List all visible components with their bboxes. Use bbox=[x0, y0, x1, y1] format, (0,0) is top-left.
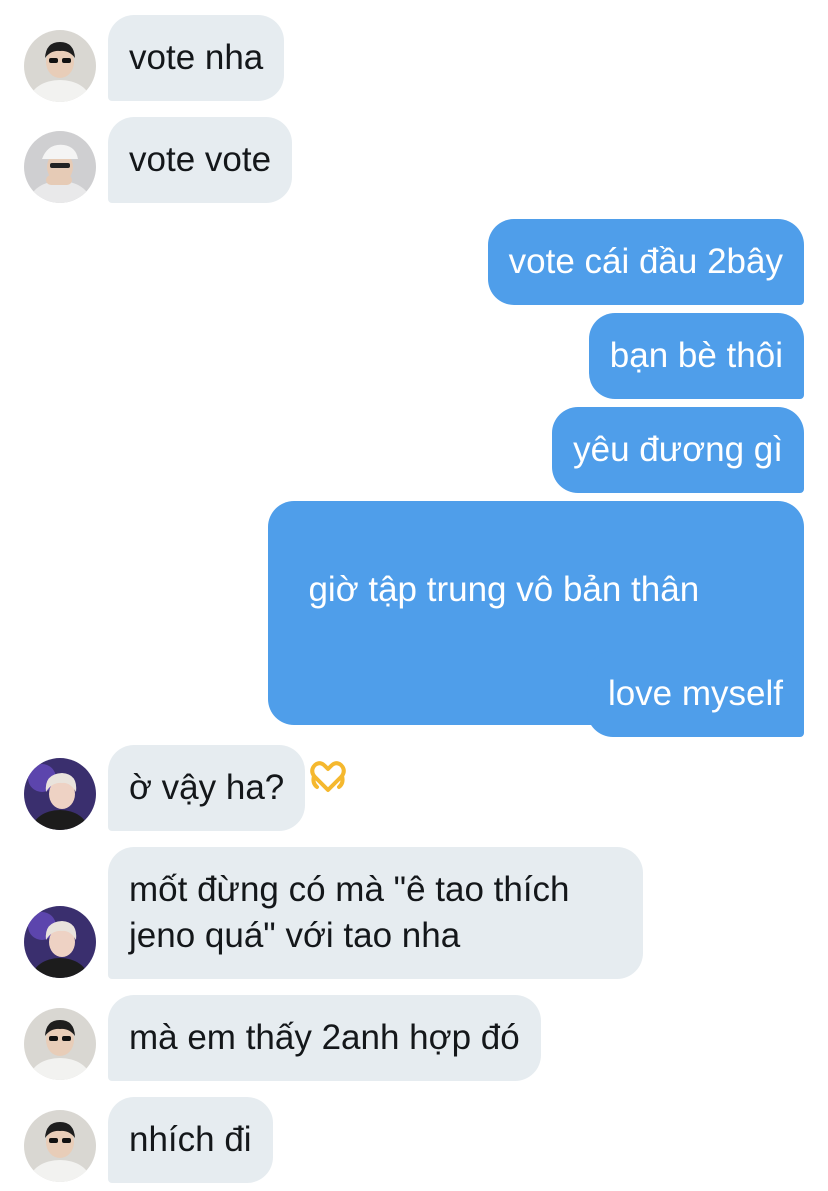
incoming-message[interactable]: mốt đừng có mà "ê tao thích jeno quá" vớ… bbox=[108, 847, 643, 979]
avatar-person-stage-icon bbox=[24, 758, 96, 830]
incoming-message[interactable]: vote nha bbox=[108, 15, 285, 101]
avatar[interactable] bbox=[24, 131, 96, 203]
avatar-person-sunglasses-icon bbox=[24, 1110, 96, 1182]
incoming-message[interactable]: ờ vậy ha? bbox=[108, 745, 306, 831]
outgoing-message[interactable]: bạn bè thôi bbox=[588, 313, 804, 399]
avatar-person-stage-icon bbox=[24, 906, 96, 978]
avatar[interactable] bbox=[24, 1110, 96, 1182]
avatar[interactable] bbox=[24, 906, 96, 978]
outgoing-message[interactable]: love myself bbox=[586, 651, 804, 737]
avatar-person-sunglasses-icon bbox=[24, 30, 96, 102]
avatar[interactable] bbox=[24, 758, 96, 830]
outgoing-message[interactable]: yêu đương gì bbox=[552, 407, 804, 493]
avatar[interactable] bbox=[24, 30, 96, 102]
avatar-person-sunglasses-icon bbox=[24, 1008, 96, 1080]
avatar[interactable] bbox=[24, 1008, 96, 1080]
incoming-message[interactable]: nhích đi bbox=[108, 1097, 273, 1183]
avatar-person-cap-icon bbox=[24, 131, 96, 203]
incoming-message[interactable]: vote vote bbox=[108, 117, 293, 203]
message-text: giờ tập trung vô bản thân bbox=[308, 570, 700, 609]
heart-hands-emoji-icon bbox=[308, 664, 348, 792]
incoming-message[interactable]: mà em thấy 2anh hợp đó bbox=[108, 995, 541, 1081]
outgoing-message[interactable]: vote cái đầu 2bây bbox=[487, 219, 804, 305]
